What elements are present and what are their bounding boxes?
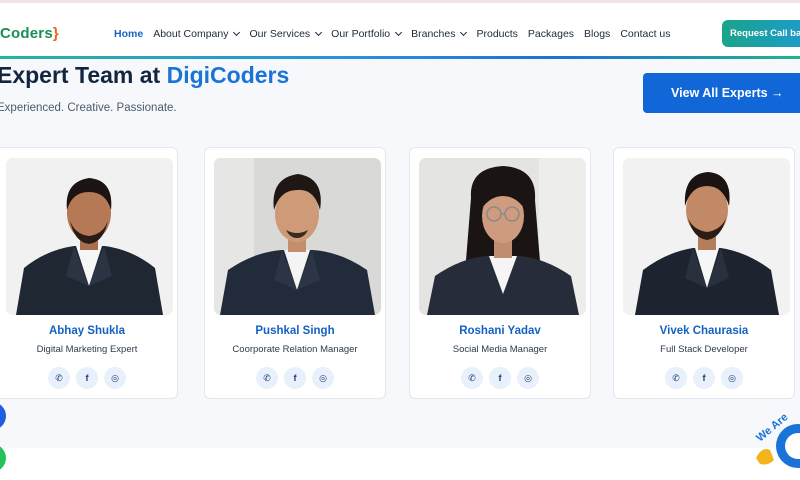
nav-underline xyxy=(0,56,800,59)
nav-contact-us[interactable]: Contact us xyxy=(620,28,670,40)
team-card: Abhay Shukla Digital Marketing Expert ✆ … xyxy=(0,147,178,399)
bottom-band xyxy=(0,448,800,480)
nav-our-portfolio[interactable]: Our Portfolio xyxy=(331,28,403,40)
social-links: ✆ f ◎ xyxy=(410,367,590,389)
instagram-icon[interactable]: ◎ xyxy=(721,367,743,389)
member-name: Abhay Shukla xyxy=(48,325,126,337)
team-card: Pushkal Singh Coorporate Relation Manage… xyxy=(204,147,386,399)
instagram-icon[interactable]: ◎ xyxy=(312,367,334,389)
whatsapp-icon[interactable]: ✆ xyxy=(665,367,687,389)
team-card: Roshani Yadav Social Media Manager ✆ f ◎ xyxy=(409,147,591,399)
view-all-experts-button[interactable]: View All Experts → xyxy=(643,73,800,113)
chevron-down-icon xyxy=(460,28,468,37)
nav-blogs[interactable]: Blogs xyxy=(584,28,610,40)
facebook-icon[interactable]: f xyxy=(489,367,511,389)
member-photo xyxy=(6,158,173,315)
whatsapp-icon[interactable]: ✆ xyxy=(461,367,483,389)
request-callback-button[interactable]: Request Call back xyxy=(722,20,800,47)
member-photo xyxy=(419,158,586,315)
nav-our-services[interactable]: Our Services xyxy=(249,28,323,40)
nav-home[interactable]: Home xyxy=(114,28,143,40)
member-role: Full Stack Developer xyxy=(660,344,748,355)
member-role: Social Media Manager xyxy=(452,344,548,355)
instagram-icon[interactable]: ◎ xyxy=(104,367,126,389)
navbar: Coders} Home About Company Our Services … xyxy=(0,3,800,58)
chevron-down-icon xyxy=(395,28,403,37)
member-photo xyxy=(623,158,790,315)
member-name: Vivek Chaurasia xyxy=(659,325,749,337)
facebook-icon[interactable]: f xyxy=(693,367,715,389)
chevron-down-icon xyxy=(233,28,241,37)
member-role: Coorporate Relation Manager xyxy=(232,344,358,355)
member-name: Pushkal Singh xyxy=(255,325,335,337)
nav-products[interactable]: Products xyxy=(476,28,517,40)
social-links: ✆ f ◎ xyxy=(0,367,177,389)
social-links: ✆ f ◎ xyxy=(614,367,794,389)
member-photo xyxy=(214,158,381,315)
team-card: Vivek Chaurasia Full Stack Developer ✆ f… xyxy=(613,147,795,399)
section-heading: Expert Team at DigiCoders xyxy=(0,62,290,88)
logo[interactable]: Coders} xyxy=(0,25,59,42)
nav-links: Home About Company Our Services Our Port… xyxy=(114,28,681,40)
nav-packages[interactable]: Packages xyxy=(528,28,574,40)
chevron-down-icon xyxy=(315,28,323,37)
whatsapp-icon[interactable]: ✆ xyxy=(256,367,278,389)
floating-phone-button[interactable] xyxy=(0,402,6,430)
chat-badge[interactable]: We Are xyxy=(748,400,800,480)
section-subheading: Experienced. Creative. Passionate. xyxy=(0,102,177,114)
member-name: Roshani Yadav xyxy=(459,325,541,337)
facebook-icon[interactable]: f xyxy=(76,367,98,389)
whatsapp-icon[interactable]: ✆ xyxy=(48,367,70,389)
member-role: Digital Marketing Expert xyxy=(36,344,138,355)
facebook-icon[interactable]: f xyxy=(284,367,306,389)
social-links: ✆ f ◎ xyxy=(205,367,385,389)
instagram-icon[interactable]: ◎ xyxy=(517,367,539,389)
nav-about-company[interactable]: About Company xyxy=(153,28,241,40)
nav-branches[interactable]: Branches xyxy=(411,28,468,40)
